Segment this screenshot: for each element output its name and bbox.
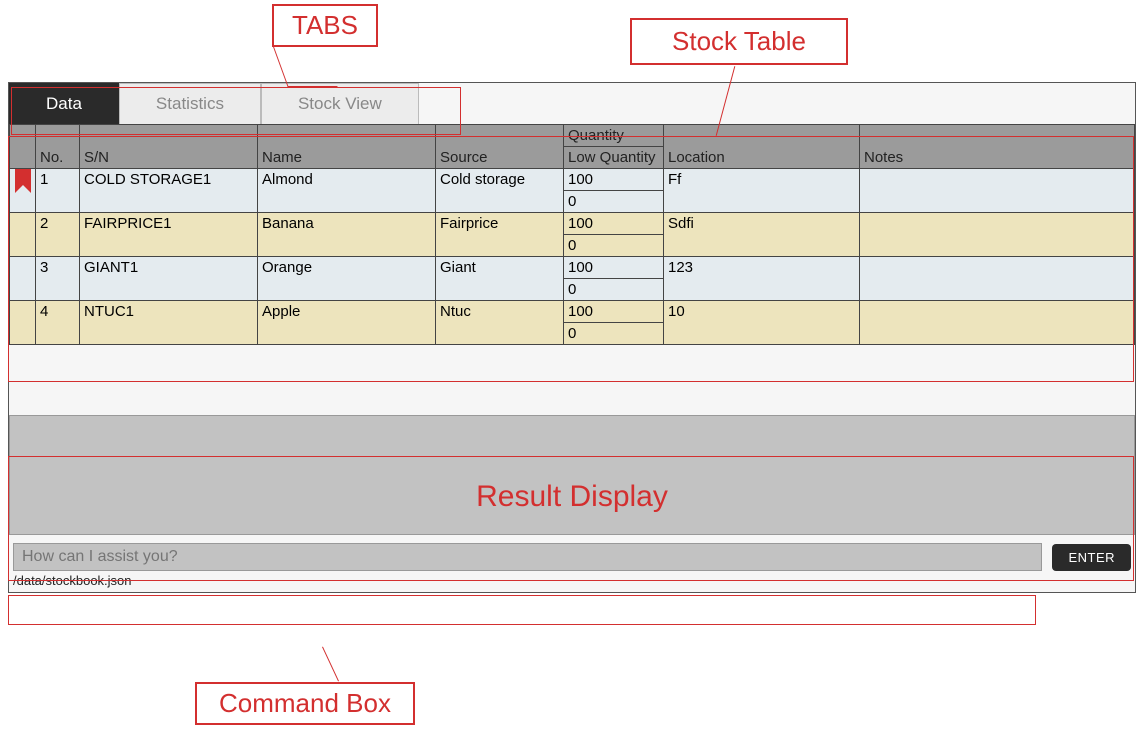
cell-source[interactable]: Giant <box>436 257 564 301</box>
header-bookmark <box>10 125 36 169</box>
cell-low-quantity[interactable]: 0 <box>564 323 664 345</box>
table-row[interactable]: 2FAIRPRICE1BananaFairprice100Sdfi <box>10 213 1135 235</box>
file-path: /data/stockbook.json <box>9 573 1135 592</box>
cell-low-quantity[interactable]: 0 <box>564 279 664 301</box>
command-row: ENTER <box>9 535 1135 573</box>
stock-table[interactable]: No. S/N Name Source Quantity Location No… <box>9 124 1135 345</box>
cell-quantity[interactable]: 100 <box>564 213 664 235</box>
cell-low-quantity[interactable]: 0 <box>564 191 664 213</box>
cell-sn[interactable]: NTUC1 <box>80 301 258 345</box>
table-header: No. S/N Name Source Quantity Location No… <box>10 125 1135 169</box>
annotation-result-display: Result Display <box>476 480 668 514</box>
cell-notes[interactable] <box>860 301 1135 345</box>
bookmark-cell[interactable] <box>10 213 36 257</box>
cell-notes[interactable] <box>860 213 1135 257</box>
bookmark-cell[interactable] <box>10 301 36 345</box>
tab-bar: Data Statistics Stock View <box>9 83 1135 124</box>
cell-location[interactable]: Ff <box>664 169 860 213</box>
cell-quantity[interactable]: 100 <box>564 257 664 279</box>
cell-source[interactable]: Ntuc <box>436 301 564 345</box>
bookmark-cell[interactable] <box>10 257 36 301</box>
cell-no[interactable]: 2 <box>36 213 80 257</box>
cell-notes[interactable] <box>860 257 1135 301</box>
header-no: No. <box>36 125 80 169</box>
result-display <box>9 415 1135 535</box>
annotation-command-box: Command Box <box>195 682 415 725</box>
header-location: Location <box>664 125 860 169</box>
cell-low-quantity[interactable]: 0 <box>564 235 664 257</box>
cell-location[interactable]: Sdfi <box>664 213 860 257</box>
app-frame: Data Statistics Stock View No. S/N Name … <box>8 82 1136 593</box>
cell-quantity[interactable]: 100 <box>564 169 664 191</box>
header-source: Source <box>436 125 564 169</box>
cell-name[interactable]: Apple <box>258 301 436 345</box>
table-row[interactable]: 3GIANT1OrangeGiant100123 <box>10 257 1135 279</box>
cell-sn[interactable]: FAIRPRICE1 <box>80 213 258 257</box>
annotation-connector <box>272 45 337 87</box>
cell-notes[interactable] <box>860 169 1135 213</box>
tab-statistics[interactable]: Statistics <box>119 83 261 124</box>
header-name: Name <box>258 125 436 169</box>
enter-button[interactable]: ENTER <box>1052 544 1131 571</box>
table-row[interactable]: 4NTUC1AppleNtuc10010 <box>10 301 1135 323</box>
cell-location[interactable]: 123 <box>664 257 860 301</box>
cell-name[interactable]: Orange <box>258 257 436 301</box>
cell-no[interactable]: 3 <box>36 257 80 301</box>
header-notes: Notes <box>860 125 1135 169</box>
header-low-quantity: Low Quantity <box>564 147 664 169</box>
annotation-connector <box>322 647 339 682</box>
cell-no[interactable]: 1 <box>36 169 80 213</box>
header-sn: S/N <box>80 125 258 169</box>
cell-no[interactable]: 4 <box>36 301 80 345</box>
tab-stock-view[interactable]: Stock View <box>261 83 419 124</box>
bookmark-cell[interactable] <box>10 169 36 213</box>
cell-sn[interactable]: GIANT1 <box>80 257 258 301</box>
cell-name[interactable]: Almond <box>258 169 436 213</box>
cell-quantity[interactable]: 100 <box>564 301 664 323</box>
table-row[interactable]: 1COLD STORAGE1AlmondCold storage100Ff <box>10 169 1135 191</box>
cell-sn[interactable]: COLD STORAGE1 <box>80 169 258 213</box>
cell-source[interactable]: Fairprice <box>436 213 564 257</box>
cell-location[interactable]: 10 <box>664 301 860 345</box>
header-quantity: Quantity <box>564 125 664 147</box>
cell-source[interactable]: Cold storage <box>436 169 564 213</box>
annotation-tabs: TABS <box>272 4 378 47</box>
annotation-outline-command <box>8 595 1036 625</box>
annotation-stock-table: Stock Table <box>630 18 848 65</box>
tab-data[interactable]: Data <box>9 83 119 124</box>
cell-name[interactable]: Banana <box>258 213 436 257</box>
command-input[interactable] <box>13 543 1042 571</box>
bookmark-icon <box>14 169 32 195</box>
